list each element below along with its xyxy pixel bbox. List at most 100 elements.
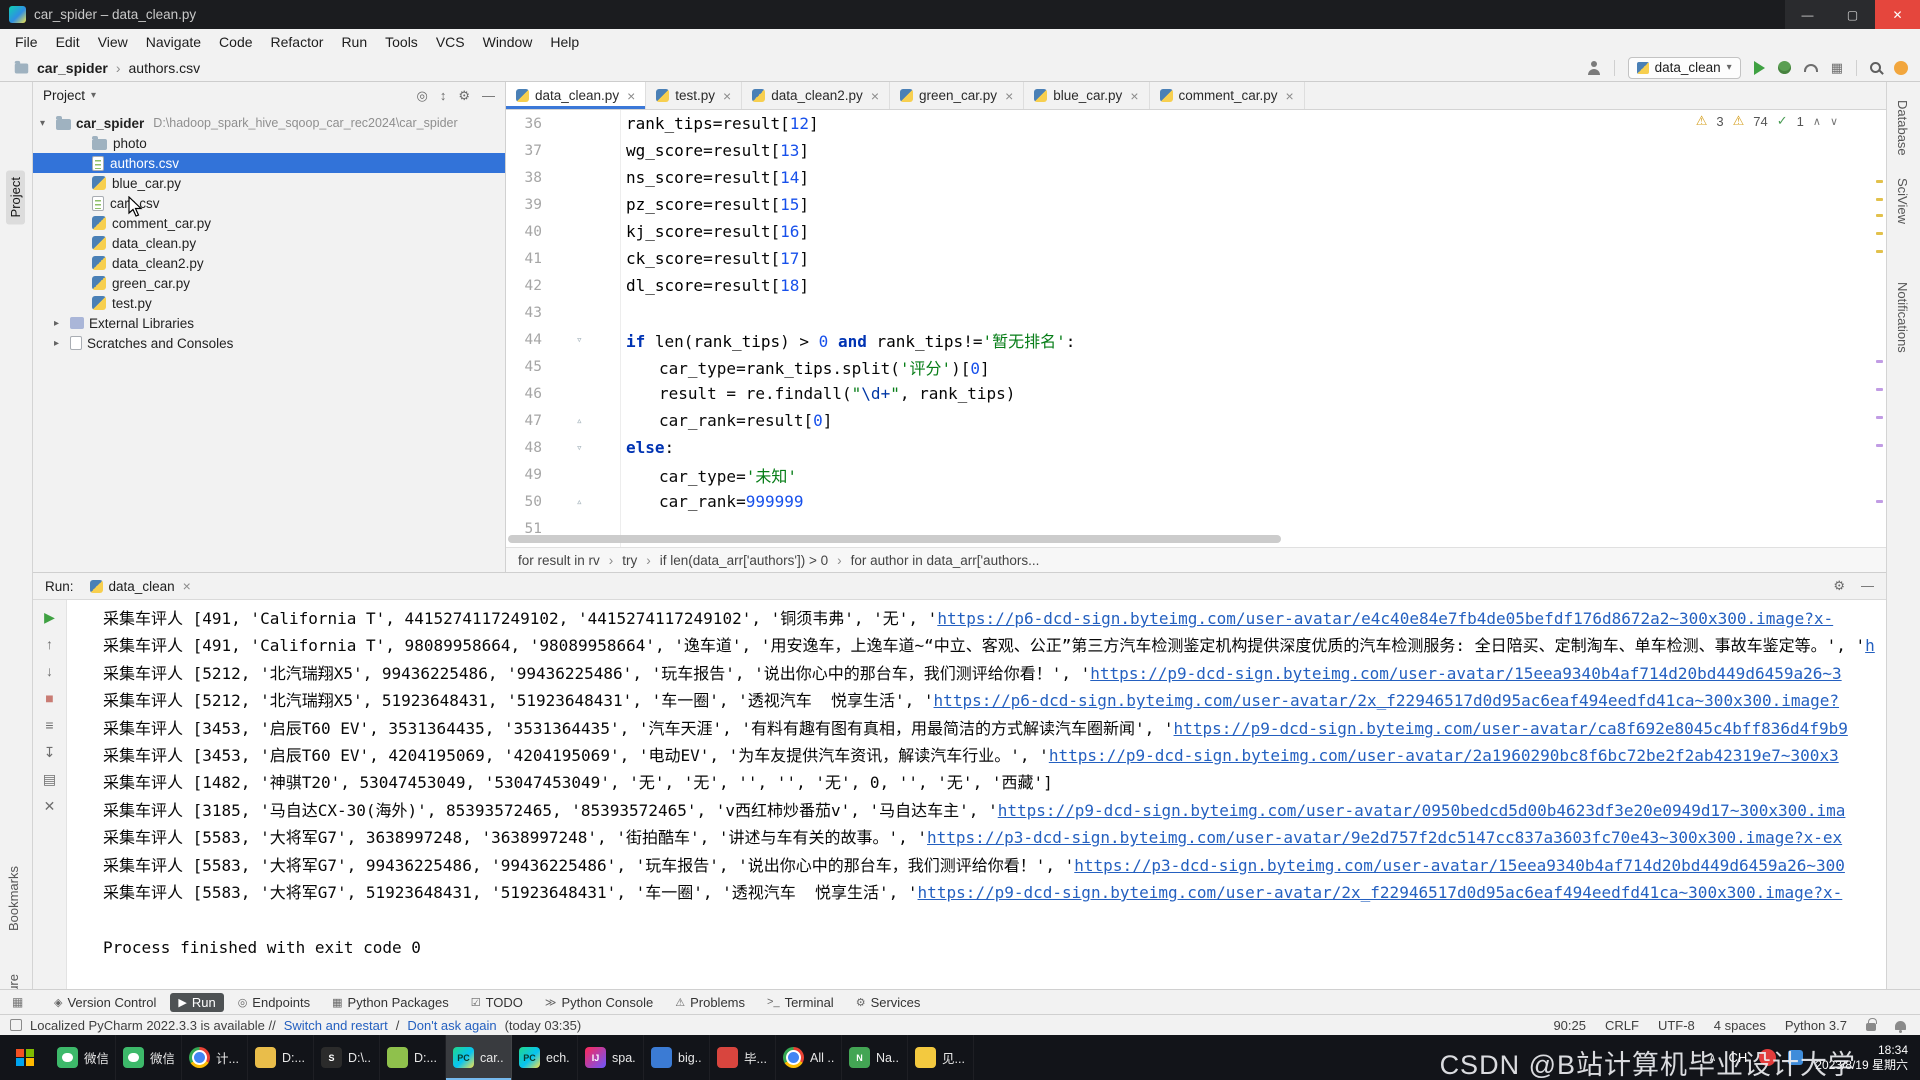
tab-data_clean2.py[interactable]: data_clean2.py×	[742, 82, 890, 109]
inspection-mark[interactable]	[1876, 444, 1883, 447]
menu-item-view[interactable]: View	[89, 32, 137, 52]
dismiss-link[interactable]: Don't ask again	[407, 1018, 496, 1033]
code-line[interactable]: 41ck_score=result[17]	[506, 245, 1886, 272]
menu-item-refactor[interactable]: Refactor	[262, 32, 333, 52]
tab-test.py[interactable]: test.py×	[646, 82, 742, 109]
tree-item-blue_car.py[interactable]: blue_car.py	[33, 173, 505, 193]
notifications-bell-icon[interactable]	[1895, 1021, 1906, 1030]
tree-item-photo[interactable]: photo	[33, 133, 505, 153]
tab-blue_car.py[interactable]: blue_car.py×	[1024, 82, 1149, 109]
close-icon[interactable]: ×	[1286, 88, 1294, 104]
taskbar-item-计...[interactable]: 计...	[182, 1035, 248, 1080]
code-line[interactable]: 40kj_score=result[16]	[506, 218, 1886, 245]
menu-item-edit[interactable]: Edit	[47, 32, 89, 52]
chevron-right-icon[interactable]: ▸	[54, 338, 65, 349]
tree-item-comment_car.py[interactable]: comment_car.py	[33, 213, 505, 233]
tree-item-authors.csv[interactable]: authors.csv	[33, 153, 505, 173]
console-link[interactable]: https://p3-dcd-sign.byteimg.com/user-ava…	[1074, 856, 1845, 875]
search-everywhere-button[interactable]	[1870, 62, 1881, 73]
tray-app-icon[interactable]	[1759, 1049, 1776, 1066]
close-icon[interactable]: ×	[871, 88, 879, 104]
taskbar-item-毕...[interactable]: 毕...	[710, 1035, 776, 1080]
tool-window-button-todo[interactable]: ☑TODO	[463, 993, 531, 1012]
settings-icon[interactable]: ⚙	[458, 88, 470, 104]
interpreter[interactable]: Python 3.7	[1785, 1018, 1847, 1033]
navigate-up-icon[interactable]: ↑	[40, 635, 60, 653]
run-button[interactable]	[1754, 61, 1765, 75]
inspection-mark[interactable]	[1876, 214, 1883, 217]
code-with-me-icon[interactable]	[1587, 61, 1601, 75]
tool-window-button-problems[interactable]: ⚠Problems	[667, 993, 753, 1012]
hide-panel-icon[interactable]: —	[482, 88, 495, 104]
menu-item-file[interactable]: File	[6, 32, 47, 52]
tool-window-button-run[interactable]: ▶Run	[170, 993, 223, 1012]
inspection-mark[interactable]	[1876, 232, 1883, 235]
inspection-mark[interactable]	[1876, 180, 1883, 183]
inspections-widget[interactable]: ⚠ 3 ⚠ 74 ✓ 1 ∧ ∨	[1696, 113, 1838, 129]
taskbar-item-见...[interactable]: 见...	[908, 1035, 974, 1080]
maximize-button[interactable]: ▢	[1830, 0, 1875, 29]
fold-marker-icon[interactable]: ▵	[542, 495, 620, 508]
debug-button[interactable]	[1778, 61, 1791, 74]
close-icon[interactable]: ×	[1005, 88, 1013, 104]
inspection-mark[interactable]	[1876, 416, 1883, 419]
console-link[interactable]: https://p3-dcd-sign.byteimg.com/user-ava…	[927, 828, 1842, 847]
console-link[interactable]: https://p6-dcd-sign.byteimg.com/user-ava…	[934, 691, 1839, 710]
taskbar-item-big...[interactable]: big...	[644, 1035, 710, 1080]
console-link[interactable]: h	[1865, 636, 1875, 655]
stripe-button-sciview[interactable]: SciView	[1895, 178, 1910, 224]
indent-setting[interactable]: 4 spaces	[1714, 1018, 1766, 1033]
scroll-to-end-icon[interactable]: ↧	[40, 743, 60, 761]
minimize-button[interactable]: —	[1785, 0, 1830, 29]
chevron-right-icon[interactable]: ▸	[54, 318, 65, 329]
stripe-button-notifications[interactable]: Notifications	[1895, 282, 1910, 353]
run-console[interactable]: 采集车评人 [491, 'California T', 441527411724…	[67, 600, 1886, 989]
console-link[interactable]: https://p6-dcd-sign.byteimg.com/user-ava…	[937, 609, 1833, 628]
navigate-down-icon[interactable]: ↓	[40, 662, 60, 680]
run-config-select[interactable]: data_clean ▾	[1628, 57, 1741, 79]
next-problem-icon[interactable]: ∨	[1830, 115, 1838, 128]
breadcrumb-project[interactable]: car_spider	[37, 60, 108, 76]
inspection-mark[interactable]	[1876, 500, 1883, 503]
close-icon[interactable]: ×	[723, 88, 731, 104]
tree-item-data_clean2.py[interactable]: data_clean2.py	[33, 253, 505, 273]
fold-marker-icon[interactable]: ▿	[542, 441, 620, 454]
print-icon[interactable]: ▤	[40, 770, 60, 788]
menu-item-navigate[interactable]: Navigate	[137, 32, 210, 52]
lock-icon[interactable]	[1866, 1023, 1876, 1031]
file-encoding[interactable]: UTF-8	[1658, 1018, 1695, 1033]
update-indicator-icon[interactable]	[1894, 61, 1908, 75]
console-link[interactable]: https://p9-dcd-sign.byteimg.com/user-ava…	[998, 801, 1846, 820]
menu-item-tools[interactable]: Tools	[376, 32, 427, 52]
close-icon[interactable]: ×	[627, 88, 635, 104]
tab-comment_car.py[interactable]: comment_car.py×	[1150, 82, 1305, 109]
close-button[interactable]: ✕	[1875, 0, 1920, 29]
code-line[interactable]: 45car_type=rank_tips.split('评分')[0]	[506, 353, 1886, 380]
breadcrumb-item[interactable]: try	[622, 553, 637, 568]
prev-problem-icon[interactable]: ∧	[1813, 115, 1821, 128]
switch-restart-link[interactable]: Switch and restart	[284, 1018, 388, 1033]
breadcrumb-file[interactable]: authors.csv	[129, 60, 201, 76]
run-tab[interactable]: data_clean ×	[84, 576, 197, 596]
code-line[interactable]: 47▵car_rank=result[0]	[506, 407, 1886, 434]
tree-item-green_car.py[interactable]: green_car.py	[33, 273, 505, 293]
code-line[interactable]: 42dl_score=result[18]	[506, 272, 1886, 299]
settings-icon[interactable]: ⚙	[1833, 578, 1845, 594]
chevron-down-icon[interactable]: ▾	[40, 118, 51, 129]
taskbar-item-D:\...[interactable]: SD:\...	[314, 1035, 380, 1080]
code-line[interactable]: 44▿if len(rank_tips) > 0 and rank_tips!=…	[506, 326, 1886, 353]
code-line[interactable]: 48▿else:	[506, 434, 1886, 461]
tool-window-button-version-control[interactable]: ◈Version Control	[46, 993, 164, 1012]
code-line[interactable]: 46result = re.findall("\d+", rank_tips)	[506, 380, 1886, 407]
project-panel-title[interactable]: Project	[43, 88, 85, 103]
code-line[interactable]: 49car_type='未知'	[506, 461, 1886, 488]
code-line[interactable]: 36rank_tips=result[12]	[506, 110, 1886, 137]
menu-item-code[interactable]: Code	[210, 32, 261, 52]
menu-item-window[interactable]: Window	[474, 32, 542, 52]
profiler-button[interactable]	[1804, 64, 1818, 72]
tree-item-scratches-and-consoles[interactable]: ▸Scratches and Consoles	[33, 333, 505, 353]
inspection-mark[interactable]	[1876, 198, 1883, 201]
taskbar-item-All ...[interactable]: All ...	[776, 1035, 842, 1080]
code-line[interactable]: 38ns_score=result[14]	[506, 164, 1886, 191]
breadcrumb-item[interactable]: if len(data_arr['authors']) > 0	[660, 553, 828, 568]
